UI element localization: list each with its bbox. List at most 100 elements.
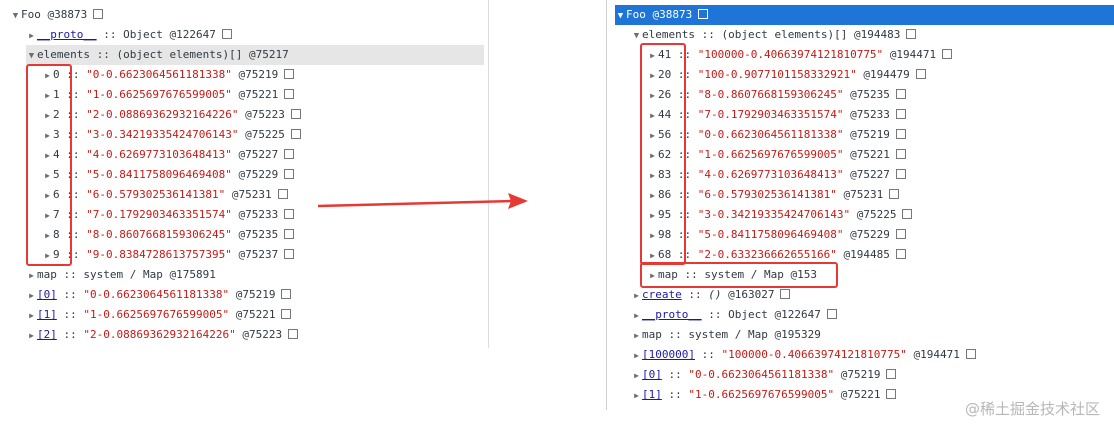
- collapsed-triangle-icon[interactable]: ▶: [26, 286, 37, 306]
- reveal-checkbox-icon[interactable]: [284, 209, 295, 219]
- reveal-checkbox-icon[interactable]: [284, 89, 295, 99]
- tree-row[interactable]: ▶ 3 :: "3-0.34219335424706143" @75225: [42, 125, 301, 145]
- reveal-checkbox-icon[interactable]: [93, 9, 104, 19]
- reveal-checkbox-icon[interactable]: [942, 49, 953, 59]
- reveal-checkbox-icon[interactable]: [826, 309, 837, 319]
- node-address: @38873: [47, 8, 88, 21]
- reveal-checkbox-icon[interactable]: [902, 209, 913, 219]
- tree-node-elements[interactable]: ▼ elements :: (object elements)[] @75217: [26, 45, 484, 65]
- reveal-checkbox-icon[interactable]: [895, 89, 906, 99]
- tree-node-elements[interactable]: ▼ elements :: (object elements)[] @194483: [631, 25, 917, 45]
- reveal-checkbox-icon[interactable]: [281, 289, 292, 299]
- reveal-checkbox-icon[interactable]: [284, 69, 295, 79]
- tree-row[interactable]: ▶ [100000] :: "100000-0.40663974121810775…: [631, 345, 976, 365]
- reveal-checkbox-icon[interactable]: [895, 109, 906, 119]
- reveal-checkbox-icon[interactable]: [895, 149, 906, 159]
- reveal-checkbox-icon[interactable]: [965, 349, 976, 359]
- reveal-checkbox-icon[interactable]: [284, 249, 295, 259]
- row-value: "1-0.6625697676599005": [83, 308, 230, 321]
- tree-node-map[interactable]: ▶ map :: system / Map @175891: [26, 265, 216, 285]
- reveal-checkbox-icon[interactable]: [895, 229, 906, 239]
- node-type: Object: [123, 28, 163, 41]
- row-address: @75227: [238, 148, 279, 161]
- node-key[interactable]: __proto__: [642, 308, 702, 321]
- reveal-checkbox-icon[interactable]: [277, 189, 288, 199]
- node-key[interactable]: create: [642, 288, 682, 301]
- reveal-checkbox-icon[interactable]: [780, 289, 791, 299]
- reveal-checkbox-icon[interactable]: [895, 129, 906, 139]
- reveal-checkbox-icon[interactable]: [284, 169, 295, 179]
- reveal-checkbox-icon[interactable]: [895, 249, 906, 259]
- tree-row[interactable]: ▶ [1] :: "1-0.6625697676599005" @75221: [26, 305, 292, 326]
- node-key[interactable]: __proto__: [37, 28, 97, 41]
- tree-row[interactable]: ▶ [2] :: "2-0.08869362932164226" @75223: [26, 325, 299, 346]
- reveal-checkbox-icon[interactable]: [281, 309, 292, 319]
- row-key[interactable]: [1]: [37, 308, 57, 321]
- tree-row[interactable]: ▶ 95 :: "3-0.34219335424706143" @75225: [647, 205, 913, 225]
- row-value: "0-0.6623064561181338": [86, 68, 232, 81]
- row-key[interactable]: [0]: [37, 288, 57, 301]
- node-key: map: [642, 328, 662, 341]
- map-highlight-box: [640, 262, 838, 288]
- collapsed-triangle-icon[interactable]: ▶: [26, 26, 37, 46]
- reveal-checkbox-icon[interactable]: [284, 229, 295, 239]
- tree-node-root-selected[interactable]: ▼ Foo @38873: [615, 5, 1114, 25]
- reveal-checkbox-icon[interactable]: [290, 129, 301, 139]
- tree-node-create[interactable]: ▶ create :: () @163027: [631, 285, 791, 306]
- row-value: "100-0.9077101158332921": [697, 68, 857, 81]
- reveal-checkbox-icon[interactable]: [906, 29, 917, 39]
- tree-row[interactable]: ▶ [1] :: "1-0.6625697676599005" @75221: [631, 385, 897, 406]
- reveal-checkbox-icon[interactable]: [889, 189, 900, 199]
- collapsed-triangle-icon[interactable]: ▶: [26, 326, 37, 346]
- collapsed-triangle-icon[interactable]: ▶: [631, 346, 642, 366]
- reveal-checkbox-icon[interactable]: [284, 149, 295, 159]
- collapsed-triangle-icon[interactable]: ▶: [26, 306, 37, 326]
- reveal-checkbox-icon[interactable]: [895, 169, 906, 179]
- tree-row[interactable]: ▶ [0] :: "0-0.6623064561181338" @75219: [631, 365, 897, 386]
- collapsed-triangle-icon[interactable]: ▶: [26, 266, 37, 286]
- tree-row[interactable]: ▶ [0] :: "0-0.6623064561181338" @75219: [26, 285, 292, 306]
- tree-row[interactable]: ▶ 1 :: "1-0.6625697676599005" @75221: [42, 85, 295, 105]
- tree-node-proto[interactable]: ▶ __proto__ :: Object @122647: [631, 305, 837, 325]
- tree-row[interactable]: ▶ 9 :: "9-0.8384728613757395" @75237: [42, 245, 295, 265]
- collapsed-triangle-icon[interactable]: ▶: [631, 306, 642, 326]
- row-key[interactable]: [2]: [37, 328, 57, 341]
- reveal-checkbox-icon[interactable]: [288, 329, 299, 339]
- tree-row[interactable]: ▶ 8 :: "8-0.8607668159306245" @75235: [42, 225, 295, 245]
- collapsed-triangle-icon[interactable]: ▶: [631, 326, 642, 346]
- row-value: "0-0.6623064561181338": [83, 288, 230, 301]
- row-value: "7-0.1792903463351574": [86, 208, 232, 221]
- reveal-checkbox-icon[interactable]: [915, 69, 926, 79]
- expand-triangle-icon[interactable]: ▼: [10, 6, 21, 26]
- node-key: elements: [642, 28, 695, 41]
- row-key[interactable]: [1]: [642, 388, 662, 401]
- row-value: "5-0.8411758096469408": [86, 168, 232, 181]
- tree-row[interactable]: ▶ 4 :: "4-0.6269773103648413" @75227: [42, 145, 295, 165]
- expand-triangle-icon[interactable]: ▼: [615, 6, 626, 26]
- row-value: "2-0.633236662655166": [697, 248, 837, 261]
- tree-node-proto[interactable]: ▶ __proto__ :: Object @122647: [26, 25, 232, 45]
- collapsed-triangle-icon[interactable]: ▶: [631, 286, 642, 306]
- row-address: @75219: [850, 128, 890, 141]
- reveal-checkbox-icon[interactable]: [290, 109, 301, 119]
- tree-row[interactable]: ▶ 0 :: "0-0.6623064561181338" @75219: [42, 65, 295, 85]
- left-heap-tree: ▼ Foo @38873 ▶ __proto__ :: Object @122647…: [4, 0, 489, 348]
- row-key[interactable]: [100000]: [642, 348, 695, 361]
- tree-node-map[interactable]: ▶ map :: system / Map @195329: [631, 325, 821, 345]
- reveal-checkbox-icon[interactable]: [886, 369, 897, 379]
- row-key[interactable]: [0]: [642, 368, 662, 381]
- collapsed-triangle-icon[interactable]: ▶: [631, 366, 642, 386]
- row-value: "100000-0.40663974121810775": [697, 48, 884, 61]
- collapsed-triangle-icon[interactable]: ▶: [631, 386, 642, 406]
- tree-row[interactable]: ▶ 6 :: "6-0.579302536141381" @75231: [42, 185, 288, 205]
- tree-row[interactable]: ▶ 7 :: "7-0.1792903463351574" @75233: [42, 205, 295, 225]
- tree-node-root[interactable]: ▼ Foo @38873: [10, 5, 104, 26]
- reveal-checkbox-icon[interactable]: [698, 9, 709, 19]
- tree-row[interactable]: ▶ 20 :: "100-0.9077101158332921" @194479: [647, 65, 926, 85]
- reveal-checkbox-icon[interactable]: [221, 29, 232, 39]
- tree-row[interactable]: ▶ 41 :: "100000-0.40663974121810775" @194…: [647, 45, 953, 65]
- expand-triangle-icon[interactable]: ▼: [26, 46, 37, 66]
- tree-row[interactable]: ▶ 2 :: "2-0.08869362932164226" @75223: [42, 105, 301, 125]
- tree-row[interactable]: ▶ 5 :: "5-0.8411758096469408" @75229: [42, 165, 295, 185]
- reveal-checkbox-icon[interactable]: [886, 389, 897, 399]
